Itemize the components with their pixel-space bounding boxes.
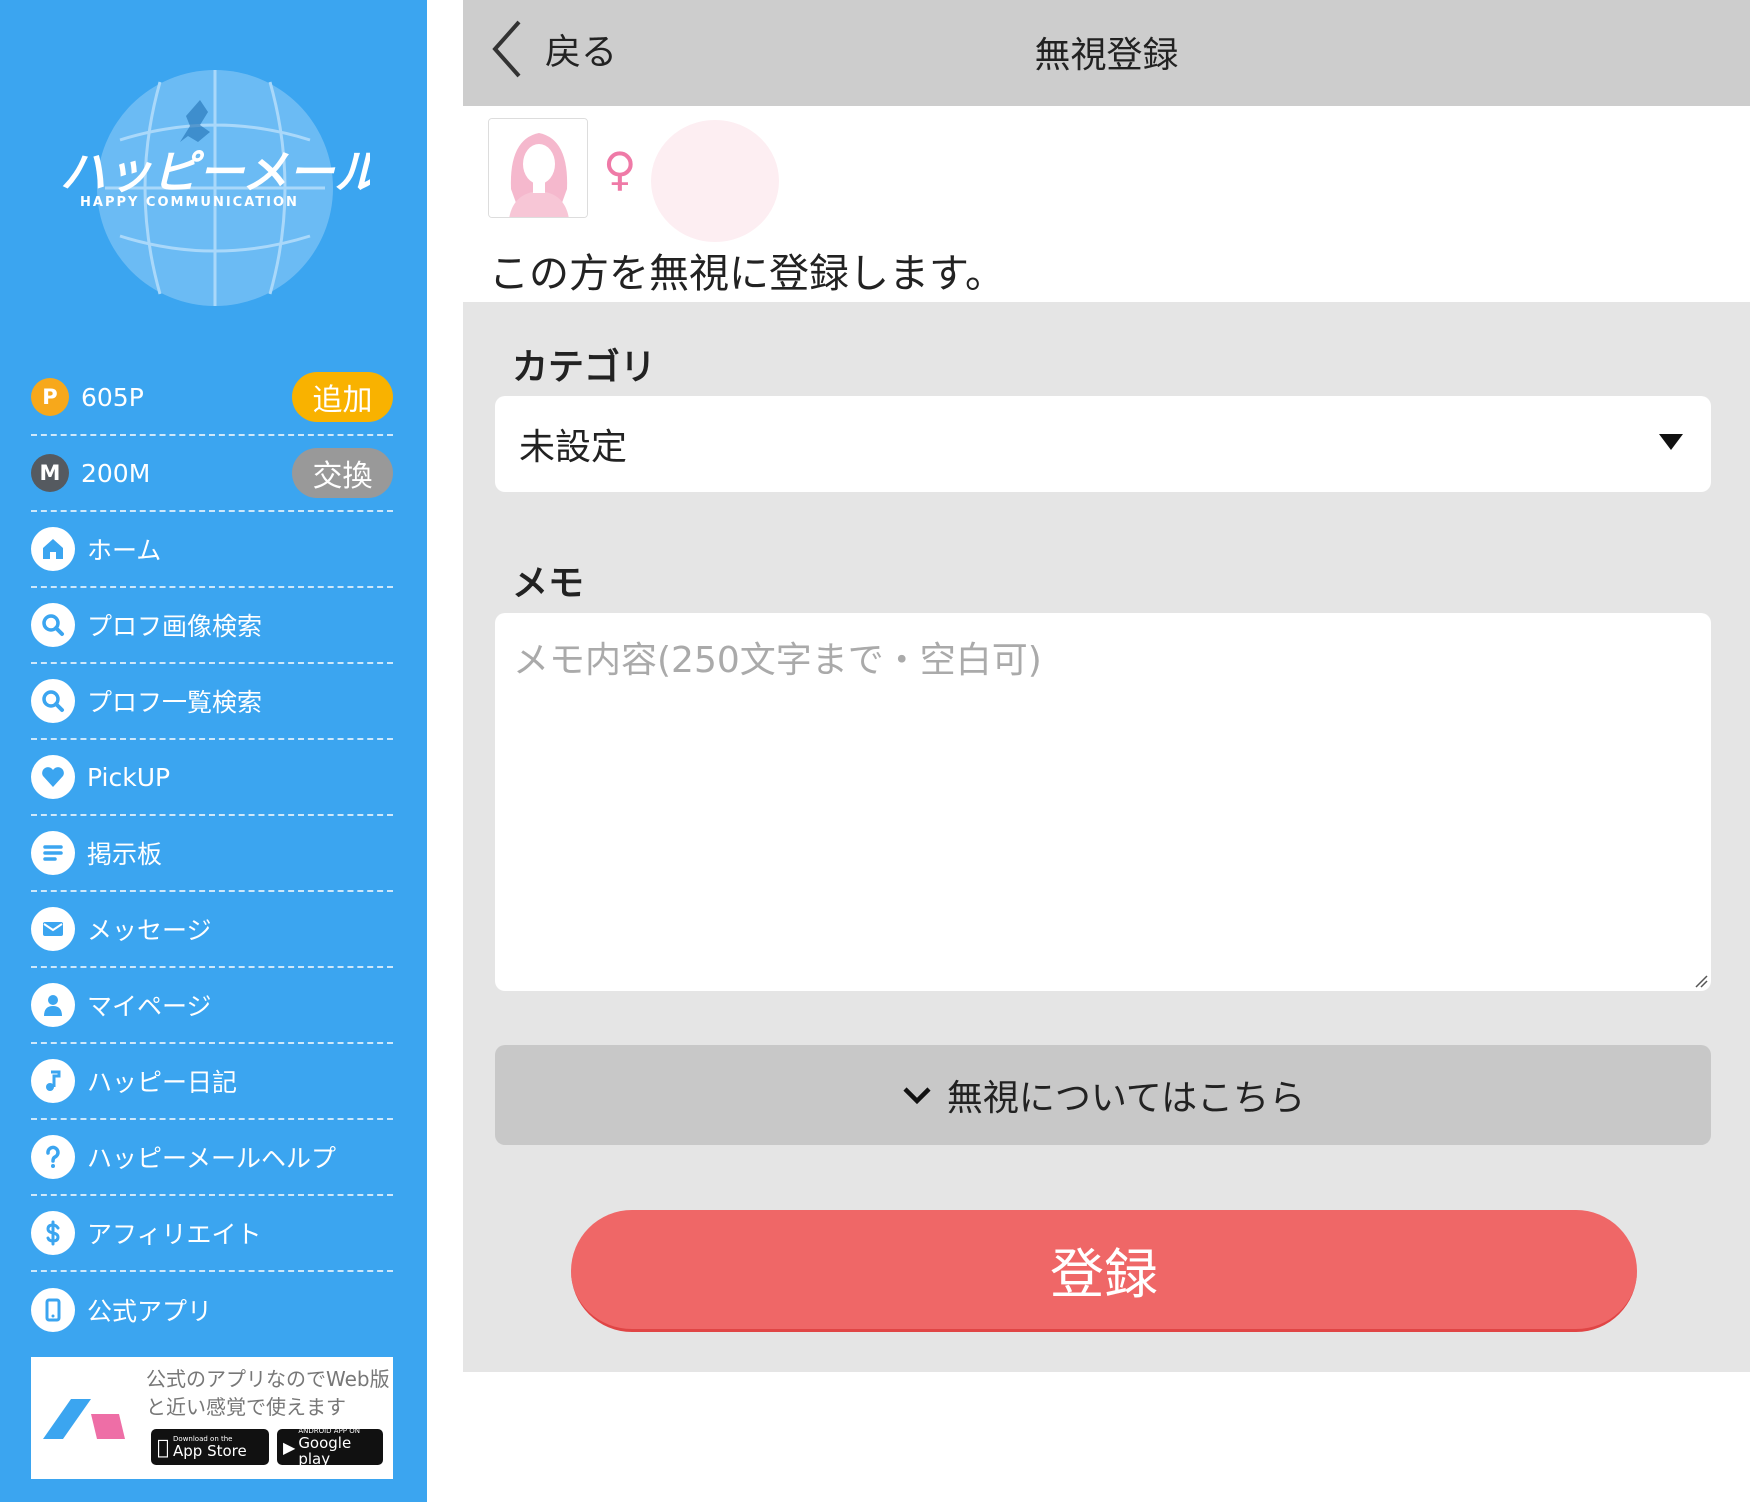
sidebar-item-label: 掲示板 bbox=[87, 840, 163, 869]
sidebar-item-prof-image-search[interactable]: プロフ画像検索 bbox=[31, 588, 393, 664]
memo-label: メモ bbox=[512, 563, 585, 604]
page-title: 無視登録 bbox=[1034, 35, 1179, 76]
sidebar-item-affiliate[interactable]: アフィリエイト bbox=[31, 1196, 393, 1272]
category-label: カテゴリ bbox=[512, 347, 657, 388]
points-row: P 605P 追加 bbox=[31, 360, 393, 436]
sidebar-item-label: ホーム bbox=[87, 536, 162, 565]
sidebar-item-home[interactable]: ホーム bbox=[31, 512, 393, 588]
avatar[interactable] bbox=[488, 118, 588, 218]
google-play-badge[interactable]: ▶ ANDROID APP ON Google play bbox=[277, 1427, 383, 1468]
dollar-icon bbox=[31, 1211, 75, 1255]
search-icon bbox=[31, 679, 75, 723]
list-icon bbox=[31, 831, 75, 875]
google-play-big-text: Google play bbox=[298, 1434, 352, 1468]
add-points-button[interactable]: 追加 bbox=[292, 372, 393, 422]
app-store-big-text: App Store bbox=[161, 1442, 247, 1460]
mileage-row: M 200M 交換 bbox=[31, 436, 393, 512]
category-select[interactable]: 未設定 bbox=[495, 396, 1711, 492]
sidebar-item-help[interactable]: ハッピーメールヘルプ bbox=[31, 1120, 393, 1196]
sidebar-item-label: ハッピー日記 bbox=[87, 1068, 238, 1097]
user-icon bbox=[31, 983, 75, 1027]
sidebar-item-label: マイページ bbox=[87, 992, 212, 1021]
svg-text:ハッピーメール: ハッピーメール bbox=[60, 145, 370, 199]
sidebar-item-label: プロフ画像検索 bbox=[87, 612, 263, 641]
sidebar-item-diary[interactable]: ハッピー日記 bbox=[31, 1044, 393, 1120]
app-logo-icon bbox=[43, 1399, 125, 1439]
sidebar-item-label: アフィリエイト bbox=[87, 1220, 262, 1249]
sidebar-item-label: ハッピーメールヘルプ bbox=[87, 1144, 337, 1173]
phone-icon bbox=[31, 1288, 75, 1332]
music-note-icon bbox=[31, 1059, 75, 1103]
sidebar: ハッピーメール HAPPY COMMUNICATION P 605P 追加 M … bbox=[0, 0, 427, 1502]
svg-text:HAPPY COMMUNICATION: HAPPY COMMUNICATION bbox=[80, 195, 299, 210]
happymail-logo[interactable]: ハッピーメール HAPPY COMMUNICATION bbox=[60, 70, 370, 310]
memo-textarea[interactable] bbox=[495, 613, 1711, 991]
app-banner-text: 公式のアプリなのでWeb版と近い感覚で使えます bbox=[146, 1367, 390, 1419]
mail-icon bbox=[31, 907, 75, 951]
chevron-down-icon bbox=[903, 1087, 931, 1105]
sidebar-item-label: 公式アプリ bbox=[87, 1297, 213, 1326]
heart-icon bbox=[31, 755, 75, 799]
sidebar-item-pickup[interactable]: PickUP bbox=[31, 740, 393, 816]
exchange-mileage-button[interactable]: 交換 bbox=[292, 448, 393, 498]
sidebar-item-label: メッセージ bbox=[87, 916, 212, 945]
about-ignore-toggle[interactable]: 無視についてはこちら bbox=[495, 1045, 1711, 1145]
points-value: 605P bbox=[81, 382, 144, 412]
category-selected-value: 未設定 bbox=[519, 427, 628, 468]
mileage-value: 200M bbox=[81, 458, 151, 488]
sidebar-item-mypage[interactable]: マイページ bbox=[31, 968, 393, 1044]
main-content: 戻る 無視登録 ♀ この方を無視に登録します。 カテゴリ 未設定 メモ メモ内容… bbox=[463, 0, 1750, 1502]
home-icon bbox=[31, 527, 75, 571]
sidebar-item-label: プロフ一覧検索 bbox=[87, 688, 263, 717]
about-ignore-label: 無視についてはこちら bbox=[946, 1078, 1306, 1119]
female-gender-icon: ♀ bbox=[603, 142, 637, 196]
official-app-banner[interactable]: 公式のアプリなのでWeb版と近い感覚で使えます  Download on th… bbox=[31, 1357, 393, 1479]
sidebar-nav: P 605P 追加 M 200M 交換 ホーム プロフ画像検索 プロフ一覧検索 … bbox=[31, 360, 393, 1348]
apple-icon:  bbox=[157, 1435, 169, 1459]
sidebar-item-label: PickUP bbox=[87, 762, 171, 792]
points-coin-icon: P bbox=[31, 378, 69, 416]
sidebar-item-official-app[interactable]: 公式アプリ bbox=[31, 1272, 393, 1348]
page-header: 戻る 無視登録 bbox=[463, 0, 1750, 106]
profile-status-bubble bbox=[651, 120, 779, 242]
google-play-icon: ▶ bbox=[283, 1437, 296, 1457]
app-store-badge[interactable]:  Download on theApp Store bbox=[151, 1429, 269, 1465]
ignore-form: カテゴリ 未設定 メモ 無視についてはこちら 登録 bbox=[463, 302, 1750, 1372]
dropdown-arrow-icon bbox=[1659, 434, 1683, 450]
register-button[interactable]: 登録 bbox=[571, 1210, 1637, 1332]
question-icon bbox=[31, 1135, 75, 1179]
sidebar-item-prof-list-search[interactable]: プロフ一覧検索 bbox=[31, 664, 393, 740]
sidebar-item-board[interactable]: 掲示板 bbox=[31, 816, 393, 892]
mileage-coin-icon: M bbox=[31, 454, 69, 492]
target-profile: ♀ この方を無視に登録します。 bbox=[463, 106, 1750, 302]
resize-handle-icon[interactable] bbox=[1694, 974, 1708, 988]
search-icon bbox=[31, 603, 75, 647]
confirm-message: この方を無視に登録します。 bbox=[489, 251, 1005, 297]
sidebar-item-message[interactable]: メッセージ bbox=[31, 892, 393, 968]
female-avatar-icon bbox=[489, 119, 587, 217]
